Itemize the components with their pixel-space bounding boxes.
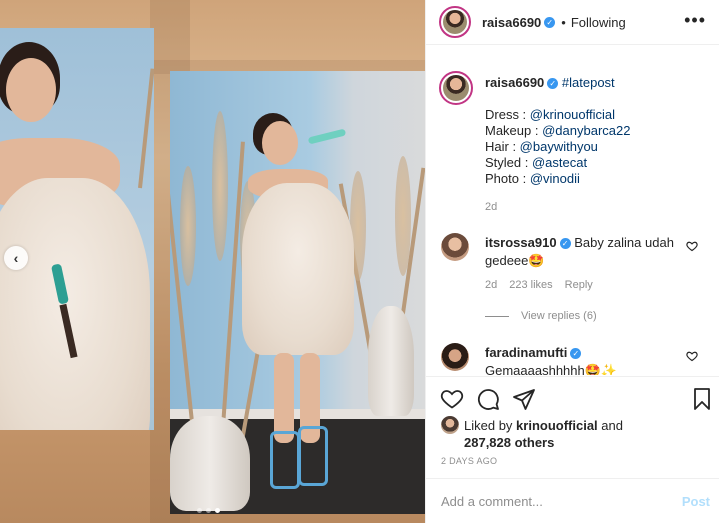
caption-author-avatar[interactable] (439, 71, 473, 105)
caption-username[interactable]: raisa6690 (485, 75, 544, 90)
caption: raisa6690 ✓ #latepost Dress : @krinouoffi… (485, 75, 710, 187)
comment-input[interactable] (441, 493, 641, 509)
post-side-panel: raisa6690 ✓ • Following ••• raisa6690 ✓ #… (425, 0, 719, 523)
credit-line: Dress : @krinouofficial (485, 107, 616, 122)
following-button[interactable]: Following (571, 15, 626, 30)
post-media[interactable]: ‹ (0, 0, 425, 523)
mention-link[interactable]: @vinodii (530, 171, 580, 186)
commenter-avatar[interactable] (441, 233, 469, 261)
carousel-dot (197, 508, 202, 513)
credit-line: Styled : @astecat (485, 155, 588, 170)
mention-link[interactable]: @baywithyou (520, 139, 598, 154)
mention-link[interactable]: @krinouofficial (530, 107, 615, 122)
share-icon[interactable] (512, 387, 536, 411)
add-comment-bar: Post (426, 478, 719, 523)
verified-badge-icon: ✓ (570, 348, 582, 359)
verified-badge-icon: ✓ (547, 78, 559, 89)
post-comment-button[interactable]: Post (682, 494, 710, 509)
previous-slide-button[interactable]: ‹ (4, 246, 28, 270)
comment-meta: 2d 223 likes Reply (485, 279, 593, 291)
author-avatar[interactable] (439, 6, 471, 38)
current-slide-photo (170, 71, 425, 514)
bookmark-icon[interactable] (690, 387, 714, 411)
action-bar (426, 376, 719, 416)
credit-line: Makeup : @danybarca22 (485, 123, 631, 138)
commenter-avatar[interactable] (441, 343, 469, 371)
comments-scroll-area[interactable]: raisa6690 ✓ #latepost Dress : @krinouoffi… (426, 60, 719, 375)
mention-link[interactable]: @danybarca22 (542, 123, 630, 138)
hashtag-link[interactable]: #latepost (562, 75, 615, 90)
commenter-username[interactable]: itsrossa910 (485, 235, 557, 250)
verified-badge-icon: ✓ (559, 238, 571, 249)
comment-icon[interactable] (476, 387, 500, 411)
liked-by: Liked by krinouofficial and 287,828 othe… (441, 416, 711, 451)
more-options-icon[interactable]: ••• (684, 10, 706, 31)
carousel-dot-active (215, 508, 220, 513)
heart-icon[interactable] (440, 387, 464, 411)
mention-link[interactable]: @astecat (532, 155, 587, 170)
carousel-indicator (197, 508, 220, 513)
caption-credits: Dress : @krinouofficial Makeup : @danyba… (485, 107, 710, 187)
author-username[interactable]: raisa6690 (482, 15, 541, 30)
chevron-left-icon: ‹ (13, 250, 19, 266)
verified-badge-icon: ✓ (544, 16, 556, 28)
credit-line: Photo : @vinodii (485, 171, 580, 186)
reply-button[interactable]: Reply (565, 279, 593, 291)
credit-line: Hair : @baywithyou (485, 139, 598, 154)
carousel-dot (206, 508, 211, 513)
comment-text: faradinamufti ✓ Gemaaaashhhhh🤩✨ (485, 345, 618, 375)
comment-likes[interactable]: 223 likes (509, 279, 552, 291)
view-replies-button[interactable]: View replies (6) (485, 310, 597, 322)
post-date[interactable]: 2 DAYS AGO (441, 456, 497, 466)
header-separator: • (561, 14, 566, 30)
liker-username[interactable]: krinouofficial (516, 418, 598, 433)
liker-avatar[interactable] (441, 416, 459, 434)
comment-text: itsrossa910 ✓ Baby zalina udah gedeee🤩 (485, 235, 674, 268)
commenter-username[interactable]: faradinamufti (485, 345, 567, 360)
caption-age[interactable]: 2d (485, 201, 497, 213)
comment-like-heart-icon[interactable] (686, 350, 698, 362)
post-header: raisa6690 ✓ • Following ••• (426, 0, 719, 45)
likes-count[interactable]: 287,828 others (441, 435, 554, 450)
previous-slide-photo (0, 28, 154, 430)
comment-age[interactable]: 2d (485, 279, 497, 291)
comment-like-heart-icon[interactable] (686, 240, 698, 252)
